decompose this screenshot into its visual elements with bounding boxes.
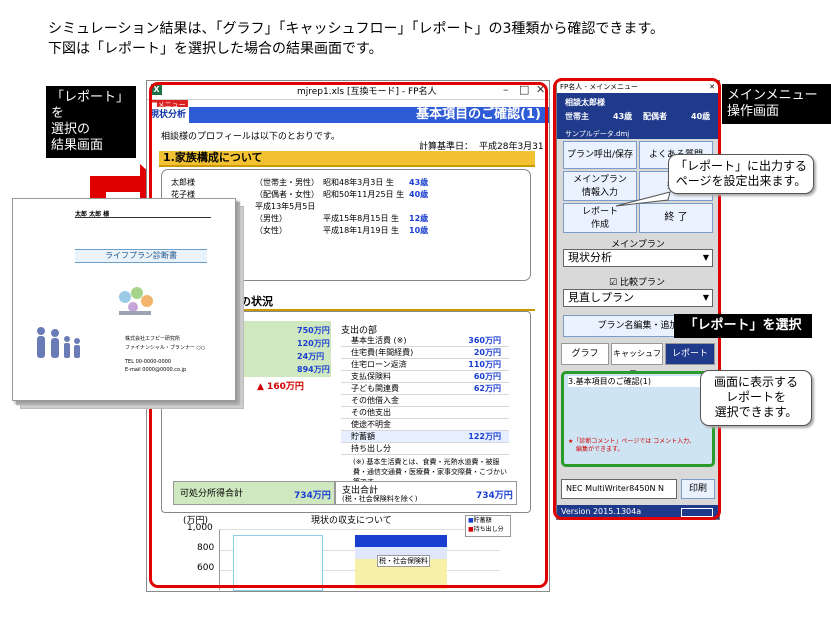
callout-select-page-line-1: 画面に表示する: [713, 375, 798, 389]
callout-select-page: 画面に表示する レポートを 選択できます。: [700, 370, 812, 426]
callout-select-page-line-3: 選択できます。: [714, 405, 798, 419]
callout-report-output-line-2: ページを設定出来ます。: [675, 174, 807, 188]
cover-body: 太郎 太郎 様 ライフプラン診断書 株式会社エフピー研究所 ファイナンシャル・プ…: [13, 199, 235, 400]
callout-select-page-line-2: レポートを: [725, 390, 786, 404]
cover-footer-1: 株式会社エフピー研究所: [125, 336, 181, 342]
callout-report-output: 「レポート」に出力する ページを設定出来ます。: [668, 154, 814, 194]
right-caption-line-2: 操作画面: [727, 104, 780, 119]
left-caption-line-1: 「レポート」を: [51, 90, 130, 121]
main-menu-highlight-frame: [553, 78, 721, 520]
left-caption-line-3: 結果画面: [51, 138, 104, 153]
cover-title: ライフプラン診断書: [75, 249, 207, 263]
cover-illustration: [111, 279, 161, 319]
callout-report-output-line-1: 「レポート」に出力する: [674, 159, 807, 173]
right-caption-line-1: メインメニュー: [727, 88, 818, 103]
cover-footer-3: TEL 00-0000-0000: [125, 359, 172, 365]
left-caption-line-2: 選択の: [51, 122, 91, 137]
report-cover-page: 太郎 太郎 様 ライフプラン診断書 株式会社エフピー研究所 ファイナンシャル・プ…: [12, 198, 236, 401]
left-caption: 「レポート」を 選択の 結果画面: [46, 86, 136, 158]
right-caption: メインメニュー 操作画面: [722, 84, 831, 124]
intro-line-2: 下図は「レポート」を選択した場合の結果画面です。: [48, 41, 383, 57]
cover-footer-2: ファイナンシャル・プランナー ○○: [125, 345, 206, 351]
cover-family-silhouette: [31, 323, 91, 365]
intro-line-1: シミュレーション結果は、「グラフ」「キャッシュフロー」「レポート」の3種類から確…: [48, 21, 664, 37]
callout-select-report: 「レポート」を選択: [674, 314, 812, 338]
callout-pointer-1: [612, 190, 672, 210]
cover-footer-4: E-mail 0000@0000.co.jp: [125, 367, 187, 373]
